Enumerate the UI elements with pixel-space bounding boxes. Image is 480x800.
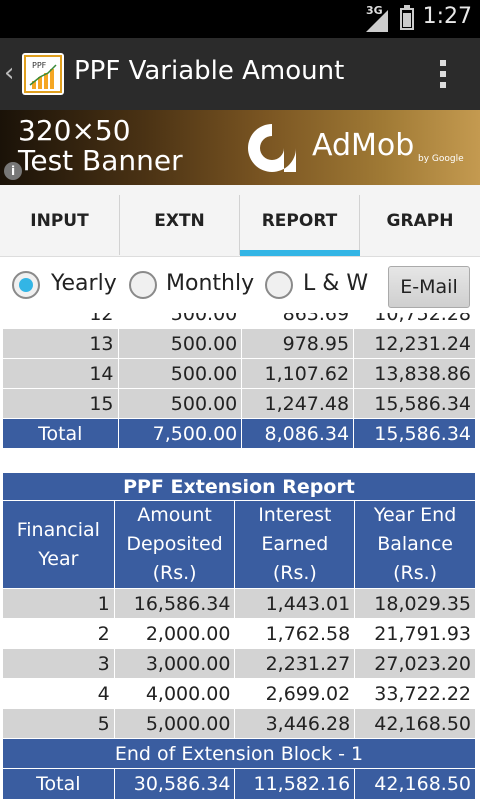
extension-report-table: PPF Extension Report Financial Year Amoun… [2, 472, 476, 800]
table-row: 13 500.00 978.95 12,231.24 [2, 328, 476, 359]
extension-title: PPF Extension Report [2, 472, 476, 501]
signal-icon [366, 10, 388, 32]
ad-brand: AdMob [312, 128, 415, 163]
table-row: 4 4,000.00 2,699.02 33,722.22 [2, 678, 476, 709]
extension-title-row: PPF Extension Report [2, 472, 476, 501]
ad-test-text: 320×50 Test Banner [18, 114, 183, 177]
action-bar: ‹ PPF PPF Variable Amount [0, 38, 480, 110]
ad-info-icon[interactable]: i [4, 162, 22, 180]
table-row: 12 500.00 863.69 10,752.28 [2, 313, 476, 329]
tab-extn[interactable]: EXTN [120, 195, 240, 255]
table-row: 2 2,000.00 1,762.58 21,791.93 [2, 618, 476, 649]
table-row: 15 500.00 1,247.48 15,586.34 [2, 388, 476, 419]
tab-bar: INPUT EXTN REPORT GRAPH [0, 185, 480, 257]
period-options: Yearly Monthly L & W E-Mail [0, 257, 480, 313]
table-row: 3 3,000.00 2,231.27 27,023.20 [2, 648, 476, 679]
svg-text:PPF: PPF [32, 61, 47, 70]
table-row: 14 500.00 1,107.62 13,838.86 [2, 358, 476, 389]
app-title: PPF Variable Amount [74, 56, 345, 86]
overflow-menu-icon[interactable] [440, 60, 448, 93]
monthly-label[interactable]: Monthly [166, 271, 254, 296]
up-chevron-icon[interactable]: ‹ [4, 58, 14, 88]
ad-banner[interactable]: 320×50 Test Banner i AdMob by Google [0, 110, 480, 185]
monthly-radio[interactable] [129, 271, 157, 299]
battery-icon [400, 5, 414, 30]
tab-input[interactable]: INPUT [0, 195, 120, 255]
extension-header-row: Financial Year Amount Deposited (Rs.) Inter… [2, 500, 476, 589]
header-year-end-balance: Year End Balance (Rs.) [354, 500, 476, 589]
status-bar: 3G 1:27 [0, 0, 480, 38]
yearly-radio[interactable] [12, 271, 40, 299]
extension-total-row: Total 30,586.34 11,582.16 42,168.50 [2, 768, 476, 800]
clock: 1:27 [422, 4, 472, 29]
admob-logo-icon [248, 124, 296, 172]
lw-radio[interactable] [265, 271, 293, 299]
header-financial-year: Financial Year [2, 500, 115, 589]
yearly-label[interactable]: Yearly [51, 271, 117, 296]
tab-graph[interactable]: GRAPH [360, 195, 480, 255]
table-row: 1 16,586.34 1,443.01 18,029.35 [2, 588, 476, 619]
app-logo-icon[interactable]: PPF [22, 53, 64, 95]
header-amount-deposited: Amount Deposited (Rs.) [113, 500, 236, 589]
block-end-row: End of Extension Block - 1 [2, 738, 476, 769]
block-end-label: End of Extension Block - 1 [2, 738, 476, 769]
table-row: 5 5,000.00 3,446.28 42,168.50 [2, 708, 476, 739]
header-interest-earned: Interest Earned (Rs.) [234, 500, 356, 589]
total-row: Total 7,500.00 8,086.34 15,586.34 [2, 418, 476, 449]
ad-by-google: by Google [418, 154, 464, 164]
tab-report[interactable]: REPORT [240, 195, 360, 255]
tab-selected-indicator [240, 250, 360, 256]
ppf-report-table: 12 500.00 863.69 10,752.28 13 500.00 978… [2, 313, 476, 449]
email-button[interactable]: E-Mail [388, 266, 470, 308]
report-scroll-area[interactable]: 12 500.00 863.69 10,752.28 13 500.00 978… [0, 313, 480, 800]
lw-label[interactable]: L & W [303, 271, 368, 296]
